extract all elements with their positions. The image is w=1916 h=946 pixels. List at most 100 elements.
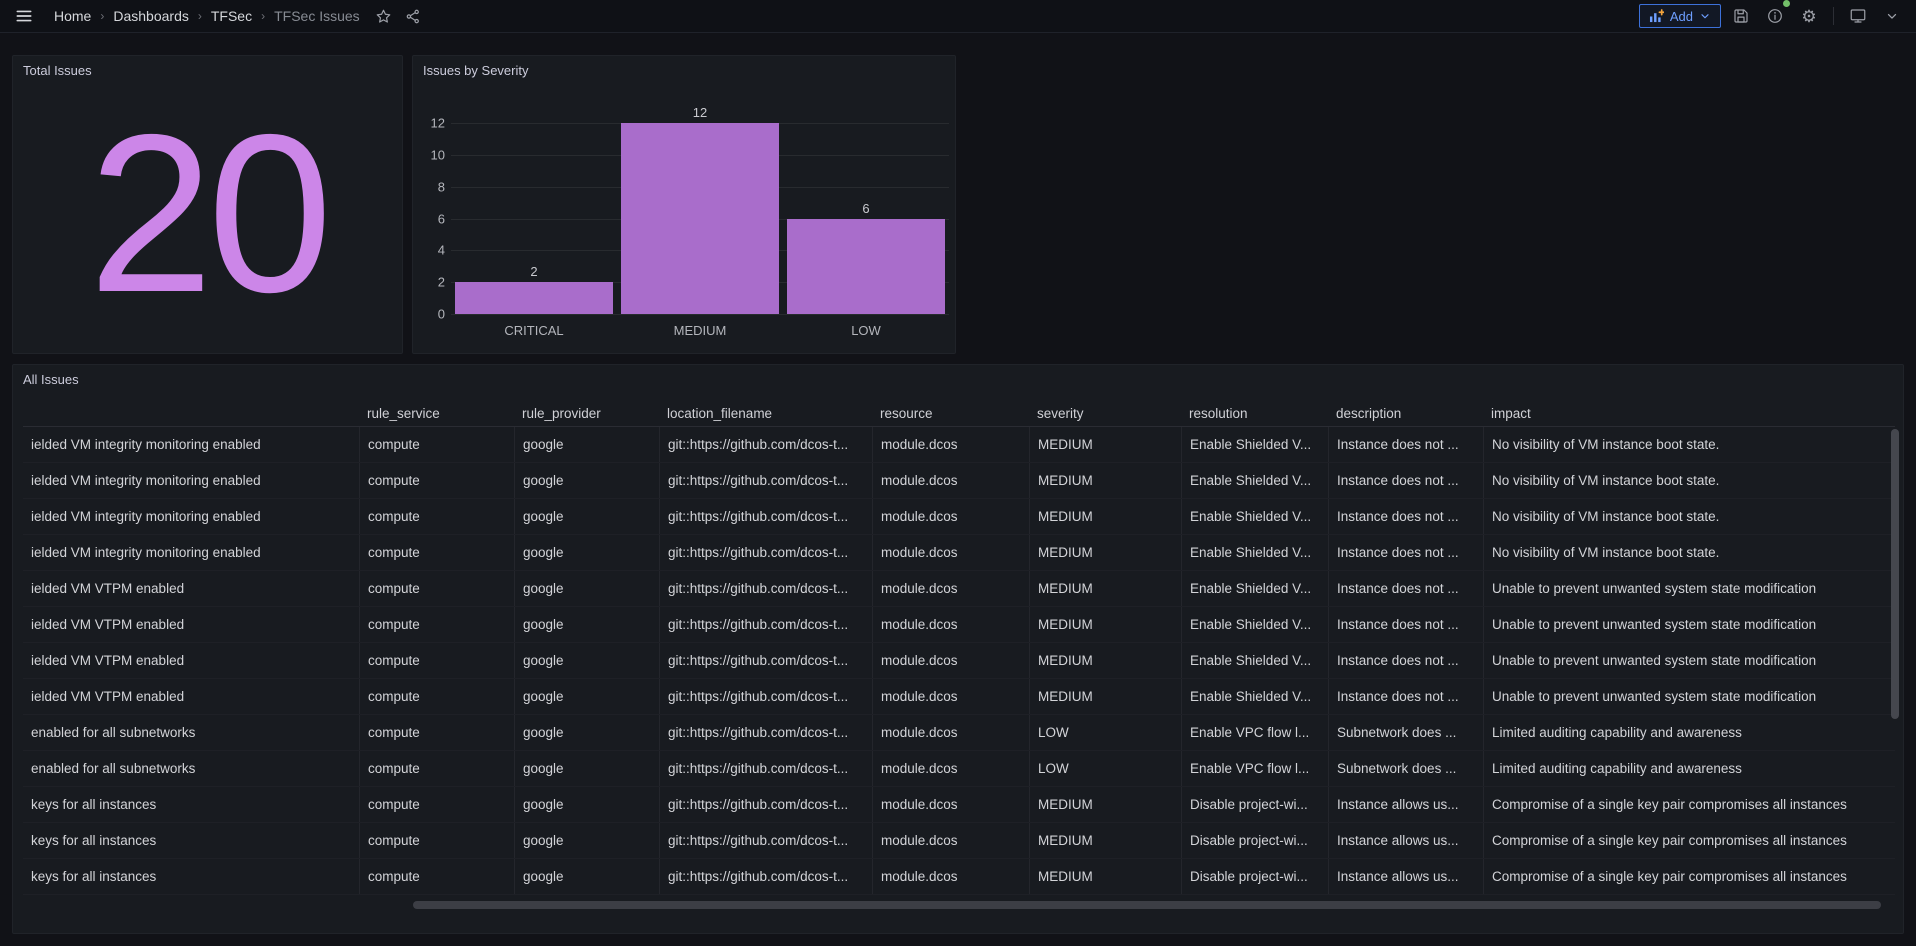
save-icon[interactable] <box>1727 2 1755 30</box>
cell-title: keys for all instances <box>23 859 359 894</box>
cell-impact: Unable to prevent unwanted system state … <box>1483 643 1893 678</box>
panel-issues-by-severity: Issues by Severity 0246810122CRITICAL12M… <box>412 55 956 354</box>
bar-chart: 0246810122CRITICAL12MEDIUM6LOW <box>413 56 955 353</box>
cell-rule_provider: google <box>514 499 659 534</box>
nav-divider <box>1833 7 1834 25</box>
cell-severity: LOW <box>1029 751 1181 786</box>
cell-title: keys for all instances <box>23 787 359 822</box>
table-row: keys for all instancescomputegooglegit::… <box>23 823 1895 859</box>
cell-rule_service: compute <box>359 535 514 570</box>
gridline <box>451 314 949 315</box>
cell-title: ielded VM VTPM enabled <box>23 643 359 678</box>
cell-severity: MEDIUM <box>1029 607 1181 642</box>
cell-description: Instance does not ... <box>1328 427 1483 462</box>
breadcrumb-item: TFSec Issues <box>268 6 366 26</box>
bar-value-label: 12 <box>693 105 707 120</box>
panel-title-all-issues[interactable]: All Issues <box>23 372 79 387</box>
table-row: ielded VM integrity monitoring enabledco… <box>23 499 1895 535</box>
bar-critical <box>455 282 613 314</box>
cell-title: ielded VM VTPM enabled <box>23 679 359 714</box>
vertical-scrollbar[interactable] <box>1891 429 1899 719</box>
cell-resolution: Enable Shielded V... <box>1181 679 1328 714</box>
table-row: ielded VM VTPM enabledcomputegooglegit::… <box>23 607 1895 643</box>
cell-description: Instance allows us... <box>1328 787 1483 822</box>
cell-location_filename: git::https://github.com/dcos-t... <box>659 427 872 462</box>
cell-severity: MEDIUM <box>1029 859 1181 894</box>
stat-value: 20 <box>13 56 402 353</box>
x-axis-tick: CRITICAL <box>504 323 563 338</box>
horizontal-scrollbar[interactable] <box>413 901 1881 909</box>
cell-rule_provider: google <box>514 535 659 570</box>
column-header-resource[interactable]: resource <box>872 401 1029 426</box>
cell-rule_provider: google <box>514 751 659 786</box>
menu-icon[interactable] <box>10 2 38 30</box>
cell-location_filename: git::https://github.com/dcos-t... <box>659 787 872 822</box>
cell-rule_service: compute <box>359 679 514 714</box>
add-button[interactable]: Add <box>1639 4 1721 28</box>
cell-resolution: Enable Shielded V... <box>1181 607 1328 642</box>
cell-resource: module.dcos <box>872 427 1029 462</box>
cell-location_filename: git::https://github.com/dcos-t... <box>659 679 872 714</box>
cell-location_filename: git::https://github.com/dcos-t... <box>659 571 872 606</box>
column-header-description[interactable]: description <box>1328 401 1483 426</box>
cell-rule_service: compute <box>359 643 514 678</box>
column-header-severity[interactable]: severity <box>1029 401 1181 426</box>
cell-title: ielded VM VTPM enabled <box>23 571 359 606</box>
table-row: ielded VM VTPM enabledcomputegooglegit::… <box>23 571 1895 607</box>
breadcrumb-separator-icon: › <box>260 9 266 23</box>
cell-resolution: Enable Shielded V... <box>1181 499 1328 534</box>
cell-impact: Limited auditing capability and awarenes… <box>1483 751 1893 786</box>
breadcrumb-item[interactable]: TFSec <box>205 6 258 26</box>
cell-rule_service: compute <box>359 427 514 462</box>
cell-resolution: Enable Shielded V... <box>1181 535 1328 570</box>
cell-rule_provider: google <box>514 427 659 462</box>
column-header-hidden[interactable] <box>23 401 359 426</box>
column-header-resolution[interactable]: resolution <box>1181 401 1328 426</box>
cell-title: ielded VM integrity monitoring enabled <box>23 499 359 534</box>
cell-severity: MEDIUM <box>1029 823 1181 858</box>
cell-impact: No visibility of VM instance boot state. <box>1483 463 1893 498</box>
breadcrumb-separator-icon: › <box>197 9 203 23</box>
breadcrumb-item[interactable]: Home <box>48 6 97 26</box>
monitor-icon[interactable] <box>1844 2 1872 30</box>
chevron-down-icon <box>1699 10 1711 22</box>
cell-resolution: Enable Shielded V... <box>1181 463 1328 498</box>
cell-location_filename: git::https://github.com/dcos-t... <box>659 607 872 642</box>
share-icon[interactable] <box>400 2 428 30</box>
dashboard-canvas: Total Issues 20 Issues by Severity 02468… <box>0 33 1916 946</box>
breadcrumb-item[interactable]: Dashboards <box>107 6 195 26</box>
cell-rule_provider: google <box>514 823 659 858</box>
gear-icon[interactable]: ⚙ <box>1795 2 1823 30</box>
column-header-rule_provider[interactable]: rule_provider <box>514 401 659 426</box>
column-header-location_filename[interactable]: location_filename <box>659 401 872 426</box>
y-axis-tick: 0 <box>419 307 445 322</box>
cell-impact: Compromise of a single key pair compromi… <box>1483 787 1893 822</box>
cell-title: ielded VM VTPM enabled <box>23 607 359 642</box>
cell-severity: MEDIUM <box>1029 535 1181 570</box>
table-row: ielded VM integrity monitoring enabledco… <box>23 463 1895 499</box>
cell-title: enabled for all subnetworks <box>23 751 359 786</box>
cell-description: Instance does not ... <box>1328 571 1483 606</box>
cell-rule_service: compute <box>359 787 514 822</box>
panel-all-issues: All Issues rule_servicerule_providerloca… <box>12 364 1904 934</box>
cell-title: enabled for all subnetworks <box>23 715 359 750</box>
column-header-rule_service[interactable]: rule_service <box>359 401 514 426</box>
cell-resolution: Enable VPC flow l... <box>1181 751 1328 786</box>
table-row: ielded VM integrity monitoring enabledco… <box>23 535 1895 571</box>
cell-impact: Limited auditing capability and awarenes… <box>1483 715 1893 750</box>
chevron-down-icon[interactable] <box>1878 2 1906 30</box>
cell-title: ielded VM integrity monitoring enabled <box>23 427 359 462</box>
cell-rule_service: compute <box>359 823 514 858</box>
top-nav: Home›Dashboards›TFSec›TFSec Issues Add <box>0 0 1916 33</box>
cell-rule_service: compute <box>359 571 514 606</box>
cell-resource: module.dcos <box>872 787 1029 822</box>
cell-description: Instance does not ... <box>1328 607 1483 642</box>
cell-severity: MEDIUM <box>1029 427 1181 462</box>
column-header-impact[interactable]: impact <box>1483 401 1893 426</box>
cell-rule_service: compute <box>359 715 514 750</box>
cell-severity: MEDIUM <box>1029 643 1181 678</box>
cell-location_filename: git::https://github.com/dcos-t... <box>659 643 872 678</box>
star-icon[interactable] <box>370 2 398 30</box>
cell-rule_provider: google <box>514 571 659 606</box>
table-row: keys for all instancescomputegooglegit::… <box>23 859 1895 895</box>
